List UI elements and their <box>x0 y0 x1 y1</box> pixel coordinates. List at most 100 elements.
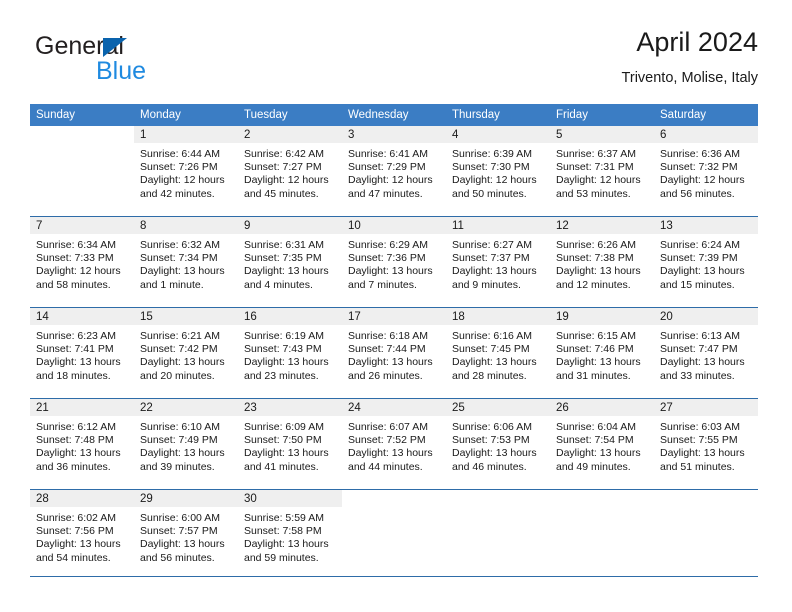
calendar-body: 1 Sunrise: 6:44 AM Sunset: 7:26 PM Daylight… <box>30 126 758 580</box>
day-sunrise-text: Sunrise: 6:13 AM <box>660 330 740 342</box>
calendar-day-cell[interactable]: 17 Sunrise: 6:18 AM Sunset: 7:44 PM Dayligh… <box>342 307 446 399</box>
day-daylight-line1-text: Daylight: 13 hours <box>660 447 745 460</box>
calendar-cell-empty <box>550 489 654 580</box>
day-daylight-line2-text: and 39 minutes. <box>140 460 215 473</box>
calendar-bottom-divider <box>30 576 758 577</box>
calendar-cell-inner: 18 Sunrise: 6:16 AM Sunset: 7:45 PM Dayligh… <box>446 308 550 398</box>
weekday-header-monday: Monday <box>134 104 238 126</box>
day-sunrise-text: Sunrise: 6:36 AM <box>660 148 740 160</box>
calendar-cell-inner: 28 Sunrise: 6:02 AM Sunset: 7:56 PM Dayligh… <box>30 490 134 580</box>
day-sunset-text: Sunset: 7:38 PM <box>556 252 634 265</box>
calendar-cell-inner: 3 Sunrise: 6:41 AM Sunset: 7:29 PM Daylight… <box>342 126 446 216</box>
day-daylight-line2-text: and 28 minutes. <box>452 369 527 382</box>
day-daylight-line1-text: Daylight: 13 hours <box>36 356 121 369</box>
calendar-day-cell[interactable]: 27 Sunrise: 6:03 AM Sunset: 7:55 PM Dayligh… <box>654 398 758 490</box>
weekday-header-row: Sunday Monday Tuesday Wednesday Thursday… <box>30 104 758 126</box>
day-number: 10 <box>342 217 446 234</box>
day-details: Sunrise: 6:12 AM Sunset: 7:48 PM Daylight:… <box>30 416 134 474</box>
day-daylight-line1-text: Daylight: 12 hours <box>36 265 121 278</box>
day-daylight-line1-text: Daylight: 13 hours <box>348 265 433 278</box>
weekday-header-sunday: Sunday <box>30 104 134 126</box>
calendar-day-cell[interactable]: 2 Sunrise: 6:42 AM Sunset: 7:27 PM Daylight… <box>238 126 342 217</box>
day-details: Sunrise: 6:21 AM Sunset: 7:42 PM Daylight:… <box>134 325 238 383</box>
calendar-day-cell[interactable]: 13 Sunrise: 6:24 AM Sunset: 7:39 PM Dayligh… <box>654 216 758 308</box>
calendar-cell-inner <box>446 490 550 580</box>
day-number: 4 <box>446 126 550 143</box>
day-sunrise-text: Sunrise: 6:34 AM <box>36 239 116 251</box>
calendar-day-cell[interactable]: 7 Sunrise: 6:34 AM Sunset: 7:33 PM Daylight… <box>30 216 134 308</box>
day-sunset-text: Sunset: 7:52 PM <box>348 434 426 447</box>
day-details: Sunrise: 6:23 AM Sunset: 7:41 PM Daylight:… <box>30 325 134 383</box>
calendar-day-cell[interactable]: 1 Sunrise: 6:44 AM Sunset: 7:26 PM Daylight… <box>134 126 238 217</box>
day-daylight-line2-text: and 33 minutes. <box>660 369 735 382</box>
day-number: 5 <box>550 126 654 143</box>
calendar-cell-inner: 9 Sunrise: 6:31 AM Sunset: 7:35 PM Daylight… <box>238 217 342 307</box>
calendar-day-cell[interactable]: 8 Sunrise: 6:32 AM Sunset: 7:34 PM Daylight… <box>134 216 238 308</box>
calendar-cell-inner: 26 Sunrise: 6:04 AM Sunset: 7:54 PM Dayligh… <box>550 399 654 489</box>
day-number: 23 <box>238 399 342 416</box>
calendar-day-cell[interactable]: 22 Sunrise: 6:10 AM Sunset: 7:49 PM Dayligh… <box>134 398 238 490</box>
calendar-day-cell[interactable]: 10 Sunrise: 6:29 AM Sunset: 7:36 PM Dayligh… <box>342 216 446 308</box>
calendar-day-cell[interactable]: 30 Sunrise: 5:59 AM Sunset: 7:58 PM Dayligh… <box>238 489 342 580</box>
day-daylight-line2-text: and 54 minutes. <box>36 551 111 564</box>
calendar-day-cell[interactable]: 16 Sunrise: 6:19 AM Sunset: 7:43 PM Dayligh… <box>238 307 342 399</box>
day-daylight-line1-text: Daylight: 13 hours <box>556 356 641 369</box>
day-sunrise-text: Sunrise: 6:37 AM <box>556 148 636 160</box>
day-number: 26 <box>550 399 654 416</box>
day-daylight-line1-text: Daylight: 12 hours <box>452 174 537 187</box>
day-daylight-line1-text: Daylight: 13 hours <box>244 265 329 278</box>
day-daylight-line2-text: and 49 minutes. <box>556 460 631 473</box>
calendar-day-cell[interactable]: 26 Sunrise: 6:04 AM Sunset: 7:54 PM Dayligh… <box>550 398 654 490</box>
day-sunset-text: Sunset: 7:41 PM <box>36 343 114 356</box>
day-sunset-text: Sunset: 7:54 PM <box>556 434 634 447</box>
day-daylight-line1-text: Daylight: 13 hours <box>244 447 329 460</box>
weekday-header-friday: Friday <box>550 104 654 126</box>
calendar-cell-inner: 2 Sunrise: 6:42 AM Sunset: 7:27 PM Daylight… <box>238 126 342 216</box>
calendar-day-cell[interactable]: 14 Sunrise: 6:23 AM Sunset: 7:41 PM Dayligh… <box>30 307 134 399</box>
calendar-day-cell[interactable]: 24 Sunrise: 6:07 AM Sunset: 7:52 PM Dayligh… <box>342 398 446 490</box>
day-number: 1 <box>134 126 238 143</box>
day-daylight-line1-text: Daylight: 13 hours <box>36 447 121 460</box>
calendar-day-cell[interactable]: 4 Sunrise: 6:39 AM Sunset: 7:30 PM Daylight… <box>446 126 550 217</box>
day-sunset-text: Sunset: 7:46 PM <box>556 343 634 356</box>
calendar-day-cell[interactable]: 6 Sunrise: 6:36 AM Sunset: 7:32 PM Daylight… <box>654 126 758 217</box>
day-number: 18 <box>446 308 550 325</box>
page-title: April 2024 <box>636 27 758 57</box>
calendar-day-cell[interactable]: 11 Sunrise: 6:27 AM Sunset: 7:37 PM Dayligh… <box>446 216 550 308</box>
day-daylight-line1-text: Daylight: 13 hours <box>244 356 329 369</box>
day-details <box>654 507 758 512</box>
day-details: Sunrise: 6:04 AM Sunset: 7:54 PM Daylight:… <box>550 416 654 474</box>
day-daylight-line1-text: Daylight: 13 hours <box>452 447 537 460</box>
calendar-cell-inner: 8 Sunrise: 6:32 AM Sunset: 7:34 PM Daylight… <box>134 217 238 307</box>
calendar-day-cell[interactable]: 28 Sunrise: 6:02 AM Sunset: 7:56 PM Dayligh… <box>30 489 134 580</box>
calendar-day-cell[interactable]: 19 Sunrise: 6:15 AM Sunset: 7:46 PM Dayligh… <box>550 307 654 399</box>
calendar-day-cell[interactable]: 18 Sunrise: 6:16 AM Sunset: 7:45 PM Dayligh… <box>446 307 550 399</box>
day-details: Sunrise: 6:24 AM Sunset: 7:39 PM Daylight:… <box>654 234 758 292</box>
calendar-day-cell[interactable]: 23 Sunrise: 6:09 AM Sunset: 7:50 PM Dayligh… <box>238 398 342 490</box>
day-number: 16 <box>238 308 342 325</box>
day-details: Sunrise: 6:07 AM Sunset: 7:52 PM Daylight:… <box>342 416 446 474</box>
day-sunset-text: Sunset: 7:44 PM <box>348 343 426 356</box>
day-number: 6 <box>654 126 758 143</box>
day-daylight-line1-text: Daylight: 13 hours <box>660 356 745 369</box>
day-sunset-text: Sunset: 7:56 PM <box>36 525 114 538</box>
day-sunset-text: Sunset: 7:42 PM <box>140 343 218 356</box>
calendar-cell-inner: 15 Sunrise: 6:21 AM Sunset: 7:42 PM Dayligh… <box>134 308 238 398</box>
calendar-day-cell[interactable]: 3 Sunrise: 6:41 AM Sunset: 7:29 PM Daylight… <box>342 126 446 217</box>
calendar-day-cell[interactable]: 29 Sunrise: 6:00 AM Sunset: 7:57 PM Dayligh… <box>134 489 238 580</box>
weekday-header-saturday: Saturday <box>654 104 758 126</box>
day-daylight-line2-text: and 45 minutes. <box>244 187 319 200</box>
calendar-day-cell[interactable]: 9 Sunrise: 6:31 AM Sunset: 7:35 PM Daylight… <box>238 216 342 308</box>
calendar-day-cell[interactable]: 25 Sunrise: 6:06 AM Sunset: 7:53 PM Dayligh… <box>446 398 550 490</box>
calendar-day-cell[interactable]: 21 Sunrise: 6:12 AM Sunset: 7:48 PM Dayligh… <box>30 398 134 490</box>
calendar-day-cell[interactable]: 15 Sunrise: 6:21 AM Sunset: 7:42 PM Dayligh… <box>134 307 238 399</box>
day-number: 28 <box>30 490 134 507</box>
calendar-day-cell[interactable]: 20 Sunrise: 6:13 AM Sunset: 7:47 PM Dayligh… <box>654 307 758 399</box>
general-blue-logo[interactable]: General Blue <box>35 32 255 90</box>
calendar-cell-inner: 22 Sunrise: 6:10 AM Sunset: 7:49 PM Dayligh… <box>134 399 238 489</box>
day-sunset-text: Sunset: 7:45 PM <box>452 343 530 356</box>
calendar-day-cell[interactable]: 12 Sunrise: 6:26 AM Sunset: 7:38 PM Dayligh… <box>550 216 654 308</box>
day-sunset-text: Sunset: 7:35 PM <box>244 252 322 265</box>
day-daylight-line2-text: and 9 minutes. <box>452 278 521 291</box>
calendar-day-cell[interactable]: 5 Sunrise: 6:37 AM Sunset: 7:31 PM Daylight… <box>550 126 654 217</box>
